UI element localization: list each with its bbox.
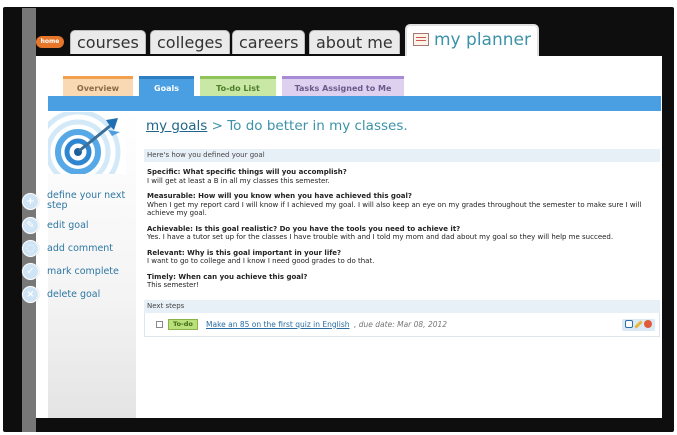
goal-target-icon [48,112,126,174]
tab-my-planner[interactable]: my planner [405,24,539,56]
comment-icon[interactable] [625,319,633,328]
mark-complete-action[interactable]: ✓ mark complete [22,263,134,280]
timely-answer: This semester! [147,281,199,289]
home-button[interactable]: home [36,36,64,48]
subtab-overview[interactable]: Overview [63,76,133,96]
next-step-link[interactable]: Make an 85 on the first quiz in English [206,320,349,329]
mark-complete-label: mark complete [47,265,119,277]
goal-actions: + define your next step ✎ edit goal ◌ ad… [22,191,134,309]
delete-goal-label: delete goal [47,288,101,300]
specific-answer: I will get at least a B in all my classe… [147,176,330,185]
todo-badge: To-do [168,318,198,330]
add-comment-action[interactable]: ◌ add comment [22,240,134,257]
x-icon: × [22,286,39,303]
main-panel: Overview Goals To-do List Tasks Assigned… [22,56,662,418]
tab-about-me[interactable]: about me [309,30,400,54]
measurable-question: Measurable: How will you know when you h… [147,192,412,200]
next-step-row: To-do Make an 85 on the first quiz in En… [144,312,660,337]
delete-goal-action[interactable]: × delete goal [22,286,134,303]
goals-tab-bar [48,96,661,111]
breadcrumb-my-goals-link[interactable]: my goals [146,118,207,134]
specific-question: Specific: What specific things will you … [147,168,347,176]
subtab-tasks-assigned[interactable]: Tasks Assigned to Me [282,76,404,96]
achievable-item: Achievable: Is this goal realistic? Do y… [147,225,660,242]
goal-content: my goals > To do better in my classes. H… [144,118,660,337]
achievable-answer: Yes. I have a tutor set up for the class… [147,233,614,241]
breadcrumb-separator: > [211,118,223,134]
subtab-goals[interactable]: Goals [139,76,194,96]
tab-colleges[interactable]: colleges [150,30,230,54]
pencil-icon[interactable] [634,319,643,329]
achievable-question: Achievable: Is this goal realistic? Do y… [147,224,461,233]
planner-icon [413,33,429,46]
timely-item: Timely: When can you achieve this goal? … [147,273,660,290]
relevant-answer: I want to go to college and I know I nee… [147,257,375,265]
delete-icon[interactable] [644,319,652,328]
measurable-answer: When I get my report card I will know if… [147,200,642,218]
step-row-actions [622,318,655,331]
tab-careers[interactable]: careers [232,30,306,54]
next-steps-header: Next steps [144,299,660,313]
edit-goal-action[interactable]: ✎ edit goal [22,217,134,234]
goal-title: To do better in my classes. [227,118,408,134]
comment-icon: ◌ [22,240,39,257]
definition-header: Here's how you defined your goal [144,149,660,162]
next-step-due-date: , due date: Mar 08, 2012 [354,319,448,329]
measurable-item: Measurable: How will you know when you h… [147,192,660,218]
subtab-todo-list[interactable]: To-do List [200,76,276,96]
specific-item: Specific: What specific things will you … [147,168,660,185]
pencil-icon: ✎ [22,217,39,234]
define-next-step-action[interactable]: + define your next step [22,191,134,211]
timely-question: Timely: When can you achieve this goal? [147,272,308,281]
relevant-item: Relevant: Why is this goal important in … [147,249,660,266]
step-checkbox[interactable] [156,320,163,328]
define-next-step-label: define your next step [47,190,126,211]
plus-icon: + [22,192,39,210]
add-comment-label: add comment [47,242,114,254]
top-navigation: home courses colleges careers about me m… [36,16,655,56]
edit-goal-label: edit goal [47,219,89,231]
tab-courses[interactable]: courses [70,30,146,54]
breadcrumb: my goals > To do better in my classes. [146,118,660,134]
tab-my-planner-label: my planner [434,30,531,50]
check-icon: ✓ [22,263,39,280]
relevant-question: Relevant: Why is this goal important in … [147,248,342,257]
